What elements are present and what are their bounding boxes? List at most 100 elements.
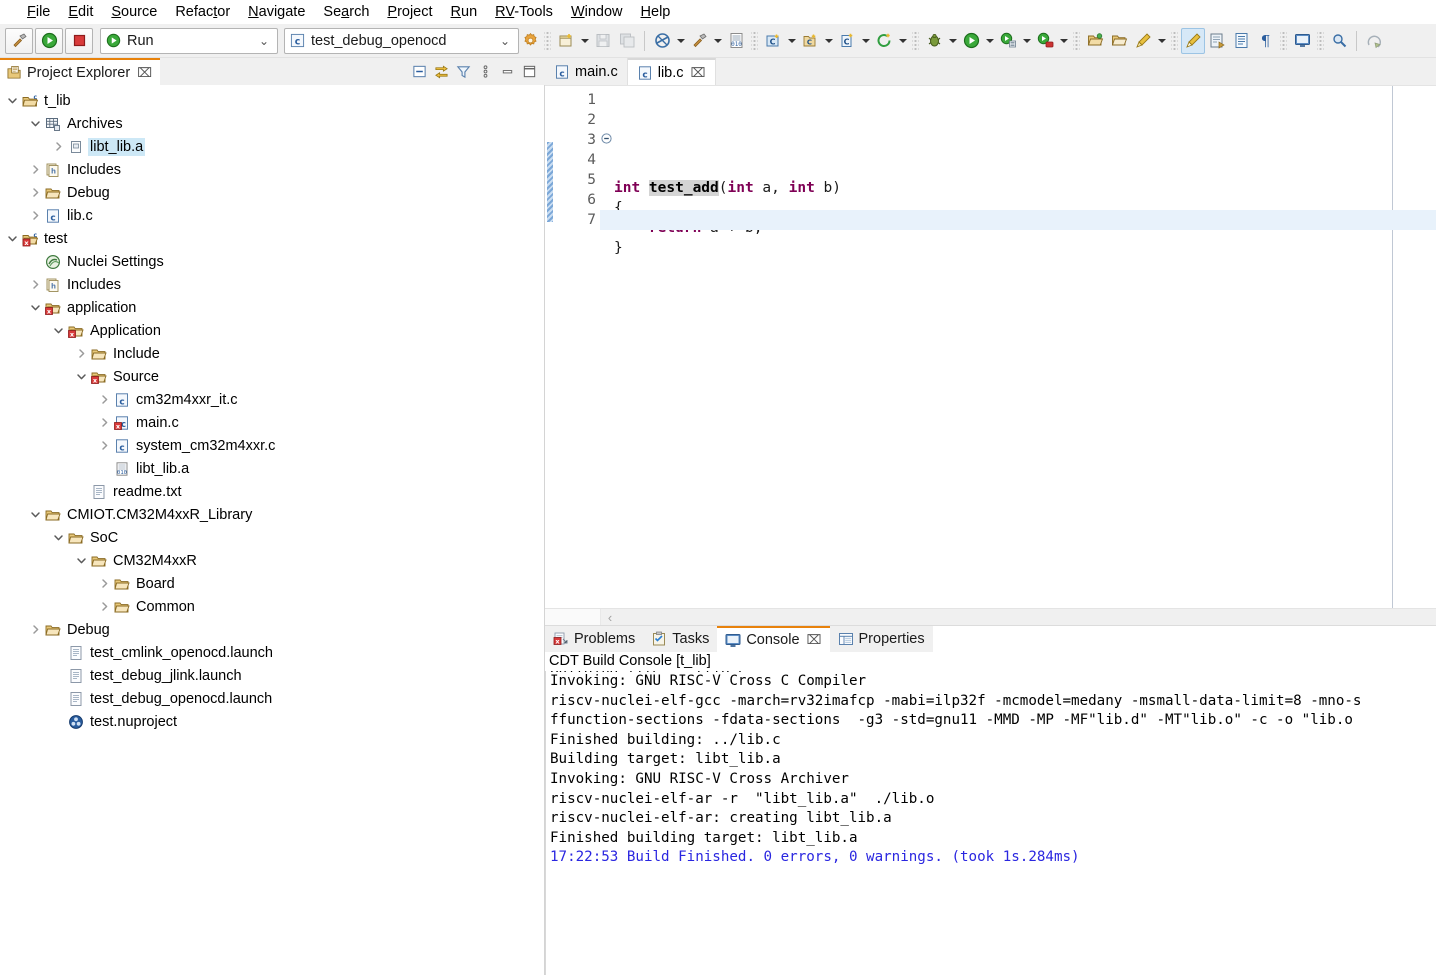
run-configuration-combo[interactable]: Run ⌄ — [100, 27, 278, 54]
toolbar-drag-handle-5[interactable] — [1171, 30, 1178, 51]
stop-button[interactable] — [65, 27, 93, 54]
chevron-right-icon[interactable] — [27, 204, 43, 227]
chevron-down-icon[interactable]: ⌄ — [496, 34, 514, 48]
menu-help[interactable]: Help — [632, 1, 680, 23]
bottom-tab-console[interactable]: Console ⌧ — [717, 626, 830, 652]
pilcrow-icon[interactable]: ¶ — [1253, 28, 1277, 54]
chevron-right-icon[interactable] — [27, 158, 43, 181]
menu-rv-tools[interactable]: RV-Tools — [486, 1, 562, 23]
chevron-right-icon[interactable] — [96, 434, 112, 457]
toolbar-drag-handle-7[interactable] — [1317, 30, 1324, 51]
view-menu-icon[interactable] — [475, 62, 495, 82]
open-folder-icon[interactable] — [1083, 28, 1107, 54]
editor-body[interactable]: 1 2 3 4 5 6 7 int test_add(int a, int b){ retu… — [545, 85, 1436, 608]
new-c-folder-dropdown-arrow[interactable] — [822, 28, 835, 54]
chevron-down-icon[interactable] — [73, 365, 89, 388]
toolbar-drag-handle-3[interactable] — [912, 30, 919, 51]
menu-source[interactable]: Source — [102, 1, 166, 23]
chevron-down-icon[interactable] — [27, 112, 43, 135]
build-hammer-dropdown-arrow[interactable] — [711, 28, 724, 54]
toolbar-drag-handle-2[interactable] — [751, 30, 758, 51]
folding-gutter[interactable] — [600, 86, 614, 608]
code-text[interactable]: int test_add(int a, int b){ return a + b… — [614, 86, 1436, 608]
tree-item[interactable]: c cm32m4xxr_it.c — [0, 388, 544, 411]
new-c-project-icon[interactable]: C — [761, 28, 785, 54]
pencil-icon[interactable] — [1181, 27, 1205, 54]
editor-tab-lib-c[interactable]: c lib.c ⌧ — [627, 58, 716, 85]
debug-dropdown-arrow[interactable] — [946, 28, 959, 54]
chevron-right-icon[interactable] — [73, 342, 89, 365]
editor-tab-main-c[interactable]: c main.c — [545, 58, 628, 85]
gear-icon[interactable] — [519, 28, 541, 54]
run-external-tools-dropdown-arrow[interactable] — [1020, 28, 1033, 54]
chevron-down-icon[interactable] — [27, 503, 43, 526]
fold-collapse-icon[interactable] — [601, 132, 612, 148]
close-icon[interactable]: ⌧ — [807, 632, 822, 648]
tree-item[interactable]: c t_lib — [0, 89, 544, 112]
console-icon[interactable] — [1290, 28, 1314, 54]
tree-item[interactable]: x Source — [0, 365, 544, 388]
build-all-dropdown-arrow[interactable] — [674, 28, 687, 54]
tree-item[interactable]: Archives — [0, 112, 544, 135]
search-magnifier-icon[interactable] — [1327, 28, 1351, 54]
menu-refactor[interactable]: Refactor — [166, 1, 239, 23]
chevron-right-icon[interactable] — [96, 411, 112, 434]
maximize-icon[interactable] — [519, 62, 539, 82]
menu-project[interactable]: Project — [378, 1, 441, 23]
chevron-down-icon[interactable] — [50, 319, 66, 342]
paintbrush-dropdown-arrow[interactable] — [1155, 28, 1168, 54]
run-last-tool-icon[interactable] — [1033, 28, 1057, 54]
launch-config-combo[interactable]: c test_debug_openocd ⌄ — [284, 27, 519, 54]
project-tree[interactable]: c t_lib Archives libt_lib.a h Includes Debug c l… — [0, 85, 545, 975]
tree-item[interactable]: CM32M4xxR — [0, 549, 544, 572]
minimize-icon[interactable] — [497, 62, 517, 82]
toolbar-drag-handle-6[interactable] — [1280, 30, 1287, 51]
build-all-icon[interactable] — [650, 28, 674, 54]
tree-item[interactable]: test.nuproject — [0, 710, 544, 733]
tree-item[interactable]: Board — [0, 572, 544, 595]
new-file-icon[interactable] — [554, 28, 578, 54]
console-output[interactable]: Building file: ../lib.cInvoking: GNU RIS… — [545, 671, 1436, 975]
skip-icon[interactable] — [1362, 28, 1386, 54]
new-c-file-dropdown-arrow[interactable] — [859, 28, 872, 54]
build-button[interactable] — [5, 27, 33, 54]
tree-item[interactable]: CMIOT.CM32M4xxR_Library — [0, 503, 544, 526]
chevron-right-icon[interactable] — [96, 595, 112, 618]
tree-item[interactable]: Debug — [0, 618, 544, 641]
chevron-right-icon[interactable] — [27, 273, 43, 296]
bottom-tab-problems[interactable]: x Problems — [545, 626, 644, 652]
chevron-right-icon[interactable] — [96, 388, 112, 411]
chevron-down-icon[interactable]: ⌄ — [255, 34, 273, 48]
tree-item[interactable]: c lib.c — [0, 204, 544, 227]
collapse-all-icon[interactable] — [409, 62, 429, 82]
paintbrush-icon[interactable] — [1131, 28, 1155, 54]
run-dropdown-arrow[interactable] — [983, 28, 996, 54]
tree-item[interactable]: readme.txt — [0, 480, 544, 503]
chevron-down-icon[interactable] — [73, 549, 89, 572]
chevron-right-icon[interactable] — [50, 135, 66, 158]
menu-navigate[interactable]: Navigate — [239, 1, 314, 23]
bottom-tab-properties[interactable]: Properties — [829, 626, 933, 652]
tree-item[interactable]: x Application — [0, 319, 544, 342]
run-last-tool-dropdown-arrow[interactable] — [1057, 28, 1070, 54]
chevron-right-icon[interactable] — [96, 572, 112, 595]
tree-item[interactable]: SoC — [0, 526, 544, 549]
menu-window[interactable]: Window — [562, 1, 632, 23]
editor-horizontal-scrollbar[interactable]: ‹ — [545, 608, 1436, 626]
scroll-left-arrow[interactable]: ‹ — [601, 609, 619, 626]
tree-item[interactable]: x application — [0, 296, 544, 319]
binary-010-icon[interactable]: 010 — [724, 28, 748, 54]
tree-item[interactable]: Common — [0, 595, 544, 618]
index-icon[interactable] — [1229, 28, 1253, 54]
tree-item[interactable]: h Includes — [0, 273, 544, 296]
run-external-tools-icon[interactable] — [996, 28, 1020, 54]
bottom-tab-tasks[interactable]: Tasks — [643, 626, 718, 652]
menu-search[interactable]: Search — [314, 1, 378, 23]
new-class-icon[interactable] — [872, 28, 896, 54]
new-c-file-icon[interactable]: C — [835, 28, 859, 54]
tree-item[interactable]: c x main.c — [0, 411, 544, 434]
tree-item[interactable]: 010 libt_lib.a — [0, 457, 544, 480]
tab-project-explorer[interactable]: Project Explorer ⌧ — [0, 58, 161, 85]
open-folder-2-icon[interactable] — [1107, 28, 1131, 54]
tree-item[interactable]: Nuclei Settings — [0, 250, 544, 273]
